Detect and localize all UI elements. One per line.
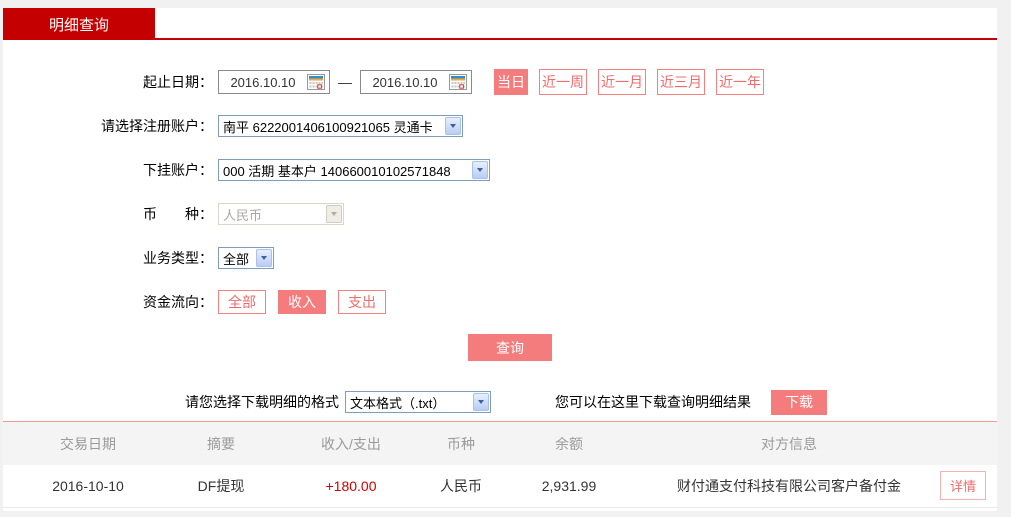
query-form: 起止日期： 2016.10.10 — 2016.10.10 当日 近一周 近一月… bbox=[3, 40, 997, 361]
cell-counterparty: 财付通支付科技有限公司客户备付金 bbox=[649, 465, 929, 508]
fund-flow-income-button[interactable]: 收入 bbox=[278, 290, 326, 314]
currency-value: 人民币 bbox=[223, 207, 263, 223]
currency-select: 人民币 bbox=[218, 203, 344, 225]
results-table: 交易日期 摘要 收入/支出 币种 余额 对方信息 2016-10-10 DF提现… bbox=[3, 422, 997, 508]
registered-account-select[interactable]: 南平 6222001406100921065 灵通卡 bbox=[218, 115, 463, 137]
quick-btn-last-week[interactable]: 近一周 bbox=[539, 69, 587, 95]
tab-bar: 明细查询 bbox=[3, 8, 997, 40]
header-counterparty: 对方信息 bbox=[649, 422, 929, 465]
quick-btn-today[interactable]: 当日 bbox=[494, 69, 528, 95]
header-actions bbox=[929, 422, 997, 465]
chevron-down-icon bbox=[472, 161, 488, 179]
table-row: 2016-10-10 DF提现 +180.00 人民币 2,931.99 财付通… bbox=[3, 465, 997, 508]
header-currency: 币种 bbox=[433, 422, 489, 465]
quick-btn-last-3-months[interactable]: 近三月 bbox=[657, 69, 705, 95]
fund-flow-row: 资金流向： 全部 收入 支出 bbox=[3, 290, 997, 314]
date-range-label: 起止日期： bbox=[143, 74, 213, 90]
quick-btn-last-year[interactable]: 近一年 bbox=[716, 69, 764, 95]
query-button-row: 查询 bbox=[3, 334, 997, 361]
cell-actions: 详情 bbox=[929, 465, 997, 508]
business-type-label: 业务类型： bbox=[143, 250, 213, 266]
sub-account-label: 下挂账户： bbox=[143, 162, 213, 178]
end-date-value: 2016.10.10 bbox=[372, 74, 438, 90]
cell-currency: 人民币 bbox=[433, 465, 489, 508]
download-format-label: 请您选择下载明细的格式 bbox=[185, 394, 339, 410]
cell-balance: 2,931.99 bbox=[489, 465, 649, 508]
chevron-down-icon bbox=[473, 393, 489, 411]
currency-label: 币 种： bbox=[143, 206, 213, 222]
registered-account-label: 请选择注册账户： bbox=[101, 118, 213, 134]
tab-detail-query[interactable]: 明细查询 bbox=[3, 8, 155, 40]
cell-transaction-date: 2016-10-10 bbox=[3, 465, 173, 508]
sub-account-row: 下挂账户： 000 活期 基本户 140660010102571848 bbox=[3, 158, 997, 182]
date-range-row: 起止日期： 2016.10.10 — 2016.10.10 当日 近一周 近一月… bbox=[3, 69, 997, 95]
table-header-row: 交易日期 摘要 收入/支出 币种 余额 对方信息 bbox=[3, 422, 997, 465]
quick-btn-last-month[interactable]: 近一月 bbox=[598, 69, 646, 95]
download-row: 请您选择下载明细的格式 文本格式（.txt） 您可以在这里下载查询明细结果 下载 bbox=[185, 389, 997, 415]
header-income-expense: 收入/支出 bbox=[269, 422, 433, 465]
chevron-down-icon bbox=[256, 249, 272, 267]
end-date-input[interactable]: 2016.10.10 bbox=[360, 70, 472, 94]
business-type-select[interactable]: 全部 bbox=[218, 247, 274, 269]
registered-account-row: 请选择注册账户： 南平 6222001406100921065 灵通卡 bbox=[3, 114, 997, 138]
business-type-value: 全部 bbox=[223, 251, 250, 267]
download-hint: 您可以在这里下载查询明细结果 bbox=[555, 394, 751, 410]
registered-account-value: 南平 6222001406100921065 灵通卡 bbox=[223, 119, 433, 135]
business-type-row: 业务类型： 全部 bbox=[3, 246, 997, 270]
detail-button[interactable]: 详情 bbox=[939, 471, 986, 501]
chevron-down-icon bbox=[445, 117, 461, 135]
download-format-select[interactable]: 文本格式（.txt） bbox=[345, 391, 491, 413]
cell-amount: +180.00 bbox=[269, 465, 433, 508]
sub-account-select[interactable]: 000 活期 基本户 140660010102571848 bbox=[218, 159, 490, 181]
main-panel: 明细查询 起止日期： 2016.10.10 — 2016.10.10 当日 近一… bbox=[3, 8, 997, 511]
download-button[interactable]: 下载 bbox=[771, 389, 827, 415]
fund-flow-label: 资金流向： bbox=[143, 294, 213, 310]
fund-flow-all-button[interactable]: 全部 bbox=[218, 290, 266, 314]
header-transaction-date: 交易日期 bbox=[3, 422, 173, 465]
header-balance: 余额 bbox=[489, 422, 649, 465]
chevron-down-icon bbox=[326, 205, 342, 223]
cell-summary: DF提现 bbox=[173, 465, 269, 508]
currency-row: 币 种： 人民币 bbox=[3, 202, 997, 226]
download-format-value: 文本格式（.txt） bbox=[350, 395, 446, 411]
start-date-value: 2016.10.10 bbox=[230, 74, 296, 90]
calendar-icon[interactable] bbox=[307, 74, 327, 91]
calendar-icon[interactable] bbox=[449, 74, 469, 91]
header-summary: 摘要 bbox=[173, 422, 269, 465]
fund-flow-expense-button[interactable]: 支出 bbox=[338, 290, 386, 314]
query-button[interactable]: 查询 bbox=[468, 334, 552, 361]
sub-account-value: 000 活期 基本户 140660010102571848 bbox=[223, 163, 451, 179]
start-date-input[interactable]: 2016.10.10 bbox=[218, 70, 330, 94]
date-separator: — bbox=[338, 74, 352, 90]
